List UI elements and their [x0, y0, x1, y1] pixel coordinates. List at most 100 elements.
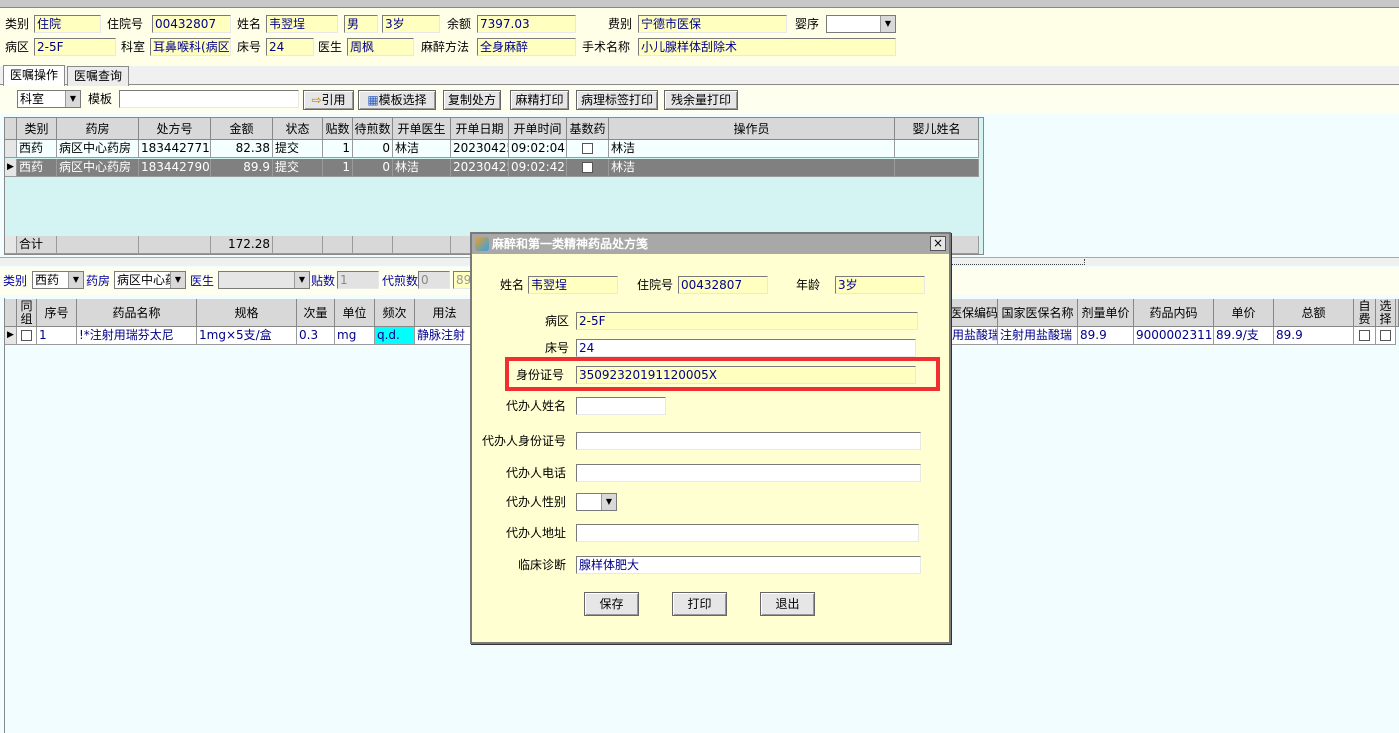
- drug-grid-cell[interactable]: 89.9: [1274, 327, 1354, 345]
- rx-grid-cell[interactable]: 林洁: [609, 140, 895, 158]
- admission-field[interactable]: 00432807: [152, 15, 231, 33]
- type-field[interactable]: 住院: [34, 15, 101, 33]
- chevron-down-icon[interactable]: ▼: [601, 494, 616, 510]
- filter-type-select[interactable]: 西药 ▼: [32, 271, 84, 289]
- quote-button[interactable]: ⇨引用: [303, 90, 354, 110]
- dialog-agent-id-field[interactable]: [576, 432, 921, 450]
- dialog-admission-field[interactable]: 00432807: [678, 276, 768, 294]
- balance-field[interactable]: 7397.03: [477, 15, 576, 33]
- dialog-age-field[interactable]: 3岁: [835, 276, 925, 294]
- dialog-agent-phone-field[interactable]: [576, 464, 921, 482]
- filter-doctor-select[interactable]: ▼: [218, 271, 310, 289]
- self-pay-checkbox[interactable]: [1359, 330, 1370, 341]
- drug-grid-cell[interactable]: q.d.: [375, 327, 415, 345]
- chevron-down-icon[interactable]: ▼: [294, 272, 309, 288]
- row-indicator[interactable]: ▶: [5, 327, 17, 345]
- dialog-agent-addr-field[interactable]: [576, 524, 919, 542]
- copy-prescription-button[interactable]: 复制处方: [443, 90, 501, 110]
- base-drug-checkbox[interactable]: [582, 143, 593, 154]
- rx-grid-cell[interactable]: 0: [353, 140, 393, 158]
- tab-order-operation[interactable]: 医嘱操作: [3, 65, 65, 86]
- rx-grid-cell[interactable]: 林洁: [393, 140, 451, 158]
- rx-grid-cell[interactable]: 提交: [273, 140, 323, 158]
- chevron-down-icon[interactable]: ▼: [68, 272, 83, 288]
- rx-grid-cell[interactable]: [895, 159, 979, 177]
- rx-grid-cell[interactable]: [567, 140, 609, 158]
- drug-grid-cell[interactable]: 0.3: [297, 327, 335, 345]
- drug-grid-cell[interactable]: 89.9: [1078, 327, 1134, 345]
- drug-grid-cell[interactable]: [17, 327, 37, 345]
- drug-grid-cell[interactable]: 89.9/支: [1214, 327, 1274, 345]
- rx-grid-cell[interactable]: 09:02:04: [509, 140, 567, 158]
- dialog-name-field[interactable]: 韦翌埕: [528, 276, 618, 294]
- drug-grid-cell[interactable]: 9000002311: [1134, 327, 1214, 345]
- dialog-agent-name-field[interactable]: [576, 397, 666, 415]
- drug-grid-cell[interactable]: [1354, 327, 1376, 345]
- bed-field[interactable]: 24: [266, 38, 314, 56]
- rx-grid-cell[interactable]: 183442790: [139, 159, 211, 177]
- dialog-agent-sex-select[interactable]: ▼: [576, 493, 617, 511]
- rx-grid-cell[interactable]: [567, 159, 609, 177]
- group-checkbox[interactable]: [21, 330, 32, 341]
- rx-grid-cell[interactable]: 1: [323, 159, 353, 177]
- rx-grid-cell[interactable]: 20230425: [451, 140, 509, 158]
- tab-order-query[interactable]: 医嘱查询: [67, 66, 129, 86]
- splitter-grip[interactable]: [948, 259, 1085, 265]
- anesthesia-field[interactable]: 全身麻醉: [477, 38, 576, 56]
- drug-grid-cell[interactable]: 1: [37, 327, 77, 345]
- drug-grid-cell[interactable]: [1376, 327, 1396, 345]
- chevron-down-icon[interactable]: ▼: [170, 272, 185, 288]
- template-input[interactable]: [119, 90, 299, 108]
- infant-select[interactable]: ▼: [826, 15, 896, 33]
- fee-field[interactable]: 宁德市医保: [638, 15, 787, 33]
- rx-grid-cell[interactable]: 病区中心药房: [57, 140, 139, 158]
- template-select-button[interactable]: ▦模板选择: [358, 90, 436, 110]
- select-checkbox[interactable]: [1380, 330, 1391, 341]
- pathology-print-button[interactable]: 病理标签打印: [576, 90, 658, 110]
- ward-field[interactable]: 2-5F: [34, 38, 116, 56]
- rx-grid-cell[interactable]: 林洁: [609, 159, 895, 177]
- residual-print-button[interactable]: 残余量打印: [664, 90, 738, 110]
- rx-grid-cell[interactable]: 89.9: [211, 159, 273, 177]
- rx-grid-cell[interactable]: 20230425: [451, 159, 509, 177]
- print-button[interactable]: 打印: [672, 592, 727, 616]
- doctor-field[interactable]: 周枫: [347, 38, 414, 56]
- drug-grid-cell[interactable]: 用盐酸瑞: [950, 327, 998, 345]
- dept-field[interactable]: 耳鼻喉科(病区: [150, 38, 231, 56]
- dialog-diagnosis-field[interactable]: 腺样体肥大: [576, 556, 921, 574]
- rx-grid-cell[interactable]: 西药: [17, 140, 57, 158]
- dialog-title-bar[interactable]: 麻醉和第一类精神药品处方笺 ×: [472, 234, 949, 254]
- age-field[interactable]: 3岁: [382, 15, 440, 33]
- dept-select[interactable]: 科室 ▼: [17, 90, 81, 108]
- drug-grid-cell[interactable]: !*注射用瑞芬太尼: [77, 327, 197, 345]
- rx-grid-cell[interactable]: 183442771: [139, 140, 211, 158]
- rx-grid-cell[interactable]: 林洁: [393, 159, 451, 177]
- exit-button[interactable]: 退出: [760, 592, 815, 616]
- dialog-bed-field[interactable]: 24: [576, 339, 916, 357]
- rx-grid-cell[interactable]: 病区中心药房: [57, 159, 139, 177]
- close-icon[interactable]: ×: [930, 236, 946, 251]
- narcotic-print-button[interactable]: 麻精打印: [510, 90, 569, 110]
- name-field[interactable]: 韦翌埕: [266, 15, 338, 33]
- dialog-id-field[interactable]: 35092320191120005X: [576, 366, 916, 384]
- rx-grid-cell[interactable]: 09:02:42: [509, 159, 567, 177]
- drug-grid-cell[interactable]: mg: [335, 327, 375, 345]
- surgery-field[interactable]: 小儿腺样体刮除术: [638, 38, 896, 56]
- rx-grid-cell[interactable]: 1: [323, 140, 353, 158]
- base-drug-checkbox[interactable]: [582, 162, 593, 173]
- filter-pending-field[interactable]: 0: [418, 271, 450, 289]
- rx-grid-cell[interactable]: [895, 140, 979, 158]
- sex-field[interactable]: 男: [344, 15, 378, 33]
- filter-doses-stepper[interactable]: 1: [337, 271, 379, 289]
- rx-grid-cell[interactable]: 提交: [273, 159, 323, 177]
- rx-grid-cell[interactable]: 西药: [17, 159, 57, 177]
- drug-grid-cell[interactable]: 1mg×5支/盒: [197, 327, 297, 345]
- row-indicator[interactable]: ▶: [5, 159, 17, 177]
- chevron-down-icon[interactable]: ▼: [880, 16, 895, 32]
- save-button[interactable]: 保存: [584, 592, 639, 616]
- rx-grid-cell[interactable]: 0: [353, 159, 393, 177]
- row-indicator[interactable]: [5, 140, 17, 158]
- filter-pharmacy-select[interactable]: 病区中心药 ▼: [114, 271, 186, 289]
- drug-grid-cell[interactable]: 静脉注射: [415, 327, 475, 345]
- chevron-down-icon[interactable]: ▼: [65, 91, 80, 107]
